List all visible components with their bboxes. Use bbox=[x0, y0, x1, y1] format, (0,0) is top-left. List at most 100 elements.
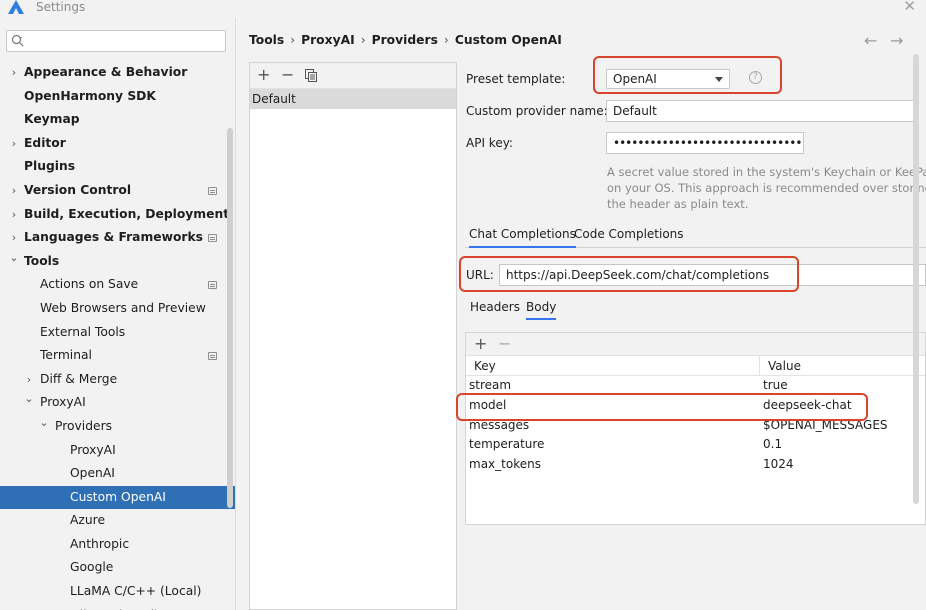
add-provider-button[interactable]: + bbox=[257, 66, 270, 84]
provider-form: Preset template: OpenAI ? Custom provide… bbox=[465, 62, 926, 610]
chevron-down-icon[interactable]: ⌄ bbox=[8, 246, 20, 270]
sidebar-item[interactable]: Azure bbox=[0, 509, 235, 533]
column-key[interactable]: Key bbox=[474, 359, 496, 373]
chevron-down-icon[interactable]: ⌄ bbox=[23, 387, 35, 411]
sidebar-item[interactable]: Web Browsers and Preview bbox=[0, 297, 235, 321]
sidebar-scrollbar[interactable] bbox=[227, 128, 233, 508]
sidebar-item[interactable]: Actions on Save bbox=[0, 273, 235, 297]
sidebar-item[interactable]: Terminal bbox=[0, 344, 235, 368]
request-subtabs: Headers Body bbox=[465, 296, 926, 320]
param-value[interactable]: deepseek-chat bbox=[763, 396, 852, 416]
chevron-right-icon[interactable]: › bbox=[8, 132, 20, 156]
table-row[interactable]: messages $OPENAI_MESSAGES bbox=[466, 416, 925, 436]
settings-tree: › Appearance & Behavior OpenHarmony SDK Key… bbox=[0, 61, 235, 610]
param-key[interactable]: temperature bbox=[469, 435, 544, 455]
sidebar-item-label: Providers bbox=[55, 418, 113, 433]
param-key[interactable]: stream bbox=[469, 376, 511, 396]
sidebar-item[interactable]: OpenAI bbox=[0, 462, 235, 486]
api-key-field[interactable]: •••••••••••••••••••••••••••••••••• bbox=[606, 132, 804, 154]
column-value[interactable]: Value bbox=[768, 359, 801, 373]
sidebar-item[interactable]: ⌄ Tools bbox=[0, 250, 235, 274]
sidebar-item[interactable]: › Build, Execution, Deployment bbox=[0, 203, 235, 227]
sidebar-item-label: OpenHarmony SDK bbox=[24, 88, 156, 103]
sidebar-item[interactable]: ⌄ Providers bbox=[0, 415, 235, 439]
window-title: Settings bbox=[36, 0, 86, 14]
sidebar-item-label: Azure bbox=[70, 513, 106, 528]
sidebar-item[interactable]: OpenHarmony SDK bbox=[0, 85, 235, 109]
sidebar-item-label: Editor bbox=[24, 135, 66, 150]
remove-param-button[interactable]: − bbox=[498, 335, 511, 353]
body-params-table: + − Key Value stream true model deepseek-ch… bbox=[465, 332, 926, 525]
sidebar-item-label: Actions on Save bbox=[40, 277, 139, 292]
sidebar-item-label: ProxyAI bbox=[70, 442, 116, 457]
param-value[interactable]: $OPENAI_MESSAGES bbox=[763, 416, 888, 436]
sidebar-item[interactable]: › Diff & Merge bbox=[0, 368, 235, 392]
preset-template-select[interactable]: OpenAI bbox=[606, 69, 730, 89]
sidebar-item-label: Version Control bbox=[24, 182, 132, 197]
sidebar-item[interactable]: Google bbox=[0, 556, 235, 580]
sidebar-item-label: Ollama (Local) bbox=[70, 604, 159, 610]
project-settings-icon bbox=[208, 186, 217, 195]
project-settings-icon bbox=[208, 234, 217, 243]
chevron-right-icon[interactable]: › bbox=[8, 179, 20, 203]
sidebar-item[interactable]: Anthropic bbox=[0, 533, 235, 557]
tab-headers[interactable]: Headers bbox=[470, 300, 520, 320]
add-param-button[interactable]: + bbox=[474, 335, 487, 353]
table-row[interactable]: stream true bbox=[466, 376, 925, 396]
sidebar-item[interactable]: › Version Control bbox=[0, 179, 235, 203]
breadcrumb-proxyai[interactable]: ProxyAI bbox=[301, 33, 355, 47]
sidebar-item[interactable]: Keymap bbox=[0, 108, 235, 132]
hint-line: the header as plain text. bbox=[607, 197, 749, 211]
param-value[interactable]: true bbox=[763, 376, 788, 396]
sidebar-item[interactable]: ⌄ ProxyAI bbox=[0, 391, 235, 415]
search-input[interactable] bbox=[6, 30, 226, 52]
sidebar-item[interactable]: LLaMA C/C++ (Local) bbox=[0, 580, 235, 604]
copy-icon[interactable] bbox=[305, 69, 317, 82]
breadcrumb-tools[interactable]: Tools bbox=[249, 33, 284, 47]
sidebar-item[interactable]: Ollama (Local) bbox=[0, 604, 235, 610]
table-row[interactable]: max_tokens 1024 bbox=[466, 455, 925, 475]
tab-body[interactable]: Body bbox=[526, 300, 557, 320]
chevron-right-icon[interactable]: › bbox=[8, 203, 20, 227]
url-field[interactable]: https://api.DeepSeek.com/chat/completion… bbox=[499, 264, 926, 286]
param-value[interactable]: 1024 bbox=[763, 455, 794, 475]
param-key[interactable]: max_tokens bbox=[469, 455, 541, 475]
sidebar-item-label: Build, Execution, Deployment bbox=[24, 206, 230, 221]
arrow-left-icon[interactable]: ← bbox=[864, 31, 877, 50]
tab-code-completions[interactable]: Code Completions bbox=[574, 227, 684, 248]
sidebar-item[interactable]: Custom OpenAI bbox=[0, 485, 235, 510]
tab-chat-completions[interactable]: Chat Completions bbox=[469, 227, 576, 248]
remove-provider-button[interactable]: − bbox=[281, 66, 294, 84]
custom-provider-name-field[interactable]: Default bbox=[606, 100, 916, 122]
sidebar-item[interactable]: › Appearance & Behavior bbox=[0, 61, 235, 85]
hint-line: on your OS. This approach is recommended… bbox=[607, 181, 926, 195]
sidebar-item-label: LLaMA C/C++ (Local) bbox=[70, 584, 202, 599]
help-icon[interactable]: ? bbox=[749, 71, 762, 84]
chevron-right-icon[interactable]: › bbox=[8, 61, 20, 85]
close-icon[interactable]: ✕ bbox=[903, 0, 916, 14]
sidebar-item-label: Plugins bbox=[24, 159, 76, 174]
preset-template-value: OpenAI bbox=[613, 72, 657, 86]
arrow-right-icon[interactable]: → bbox=[890, 31, 903, 50]
param-key[interactable]: messages bbox=[469, 416, 529, 436]
table-body: stream true model deepseek-chat messages $OPE… bbox=[466, 376, 925, 475]
sidebar-item[interactable]: ProxyAI bbox=[0, 439, 235, 463]
table-row[interactable]: temperature 0.1 bbox=[466, 435, 925, 455]
param-value[interactable]: 0.1 bbox=[763, 435, 782, 455]
param-key[interactable]: model bbox=[469, 396, 506, 416]
provider-list-item[interactable]: Default bbox=[250, 89, 456, 109]
sidebar-item-label: Languages & Frameworks bbox=[24, 230, 203, 245]
chevron-down-icon[interactable]: ⌄ bbox=[38, 411, 50, 435]
sidebar-item-label: Anthropic bbox=[70, 536, 130, 551]
chevron-down-icon bbox=[715, 77, 723, 82]
breadcrumb-providers[interactable]: Providers bbox=[372, 33, 438, 47]
search-icon bbox=[11, 34, 24, 47]
sidebar-item-label: Keymap bbox=[24, 112, 80, 127]
form-scrollbar[interactable] bbox=[913, 54, 919, 504]
sidebar-item[interactable]: › Editor bbox=[0, 132, 235, 156]
sidebar-item[interactable]: External Tools bbox=[0, 321, 235, 345]
app-logo-icon bbox=[8, 0, 24, 14]
sidebar-item[interactable]: › Languages & Frameworks bbox=[0, 226, 235, 250]
sidebar-item[interactable]: Plugins bbox=[0, 155, 235, 179]
table-row[interactable]: model deepseek-chat bbox=[466, 396, 925, 416]
